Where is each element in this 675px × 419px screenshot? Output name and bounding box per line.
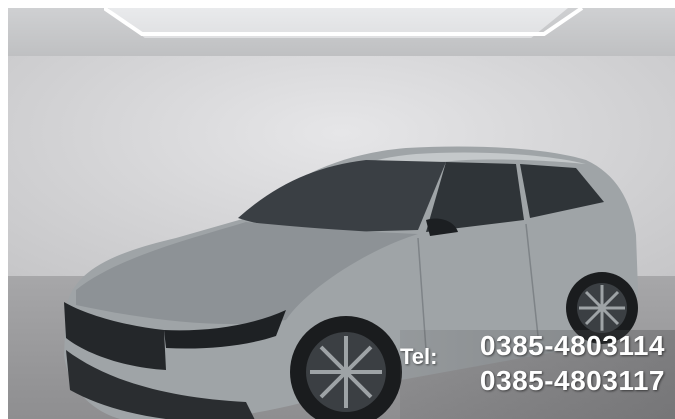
ceiling-light-frame [104,8,584,36]
tel-label: Tel: [400,344,438,369]
car-windshield [238,160,446,232]
phone-number-1: 0385-4803114 [479,330,665,361]
phone-number-2: 0385-4803117 [479,365,665,396]
